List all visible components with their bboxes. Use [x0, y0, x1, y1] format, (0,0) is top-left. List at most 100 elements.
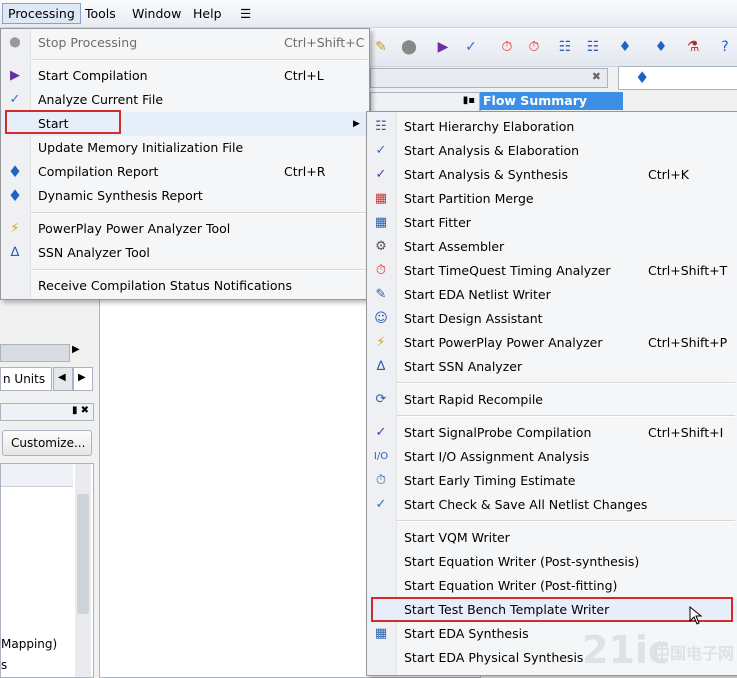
dynamic-report-icon: ♦	[7, 186, 23, 205]
netlist-icon[interactable]: ☷	[556, 38, 574, 56]
analyze-icon[interactable]: ✓	[462, 38, 480, 56]
customize-button-label: Customize...	[11, 436, 86, 450]
timing-estimate-icon: ⏱	[375, 473, 387, 488]
submenu-item[interactable]: Start VQM Writer	[367, 526, 737, 550]
submenu-item[interactable]: ☷ Start Hierarchy Elaboration	[367, 115, 737, 139]
customize-button[interactable]: Customize...	[2, 430, 92, 456]
help-icon[interactable]: ?	[716, 38, 734, 56]
mouse-cursor-icon	[689, 606, 703, 625]
item-label: Start TimeQuest Timing Analyzer	[404, 263, 611, 278]
ssn-icon: ∆	[10, 245, 20, 260]
assembler-icon: ⚙	[375, 239, 387, 254]
item-label: Start Assembler	[404, 239, 505, 254]
menu-separator	[31, 269, 367, 271]
submenu-item[interactable]: ▦ Start Partition Merge	[367, 187, 737, 211]
submenu-item[interactable]: ⚙ Start Assembler	[367, 235, 737, 259]
submenu-item[interactable]: ☺ Start Design Assistant	[367, 307, 737, 331]
menu-tools[interactable]: Tools	[80, 4, 121, 23]
play-icon[interactable]: ▶	[434, 38, 452, 56]
tab-left-arrow[interactable]: ◀	[53, 367, 73, 391]
synthesis-icon: ✓	[375, 167, 387, 182]
menu-separator	[31, 212, 367, 214]
help-chat-icon[interactable]: ☰	[235, 4, 256, 23]
report-icon[interactable]: ♦	[616, 38, 634, 56]
netlist-alt-icon[interactable]: ☷	[584, 38, 602, 56]
menu-window[interactable]: Window	[127, 4, 186, 23]
menu-separator	[397, 415, 735, 417]
item-label: Start Check & Save All Netlist Changes	[404, 497, 648, 512]
item-shortcut: Ctrl+Shift+P	[648, 335, 728, 350]
tab-right-arrow[interactable]: ▶	[73, 367, 93, 391]
pin-icon[interactable]: ▮▪	[463, 95, 475, 106]
io-icon: I/O	[373, 451, 389, 462]
start-compilation-item[interactable]: ▶ Start Compilation Ctrl+L	[1, 64, 369, 88]
item-label: Start Equation Writer (Post-synthesis)	[404, 554, 640, 569]
programmer-icon[interactable]: ⚗	[684, 38, 702, 56]
receive-notifications-item[interactable]: Receive Compilation Status Notifications	[1, 274, 369, 298]
flow-summary-title: Flow Summary	[480, 92, 623, 110]
edit-icon[interactable]: ✎	[372, 38, 390, 56]
netlist-writer-icon: ✎	[375, 287, 387, 302]
submenu-item[interactable]: ⏱ Start TimeQuest Timing Analyzer Ctrl+Shi…	[367, 259, 737, 283]
submenu-item[interactable]: ✓ Start Analysis & Elaboration	[367, 139, 737, 163]
signalprobe-icon: ✓	[375, 425, 387, 440]
submenu-item[interactable]: I/O Start I/O Assignment Analysis	[367, 445, 737, 469]
design-assistant-icon: ☺	[374, 311, 388, 326]
submenu-item[interactable]: ⚡ Start PowerPlay Power Analyzer Ctrl+Shif…	[367, 331, 737, 355]
analyze-current-file-item[interactable]: ✓ Analyze Current File	[1, 88, 369, 112]
item-label: Start Analysis & Synthesis	[404, 167, 568, 182]
flow-tab[interactable]: ♦	[618, 66, 737, 90]
stop-icon[interactable]: ⬤	[400, 38, 418, 56]
stop-processing-item[interactable]: ⬤ Stop Processing Ctrl+Shift+C	[1, 31, 369, 55]
submenu-item[interactable]: Start Equation Writer (Post-synthesis)	[367, 550, 737, 574]
item-label: Start Analysis & Elaboration	[404, 143, 580, 158]
stop-icon: ⬤	[9, 37, 21, 48]
item-label: Start Compilation	[38, 68, 148, 83]
scrollbar-thumb[interactable]	[77, 494, 89, 614]
ssn-tool-item[interactable]: ∆ SSN Analyzer Tool	[1, 241, 369, 265]
checkmark-icon: ✓	[375, 143, 387, 158]
lightning-icon: ⚡	[10, 221, 20, 236]
item-label: Start Design Assistant	[404, 311, 543, 326]
menu-processing[interactable]: Processing	[2, 3, 81, 24]
dynamic-synthesis-report-item[interactable]: ♦ Dynamic Synthesis Report	[1, 184, 369, 208]
update-memory-item[interactable]: Update Memory Initialization File	[1, 136, 369, 160]
item-label: Analyze Current File	[38, 92, 164, 107]
menu-bar: Processing Tools Window Help ☰	[0, 0, 737, 28]
menu-help[interactable]: Help	[188, 4, 227, 23]
hierarchy-icon: ☷	[375, 119, 387, 134]
timer-alt-icon[interactable]: ⏱	[525, 38, 543, 56]
submenu-item[interactable]: ✎ Start EDA Netlist Writer	[367, 283, 737, 307]
item-label: PowerPlay Power Analyzer Tool	[38, 221, 231, 236]
pin-close-icon[interactable]: ▮ ✖	[72, 405, 89, 416]
processing-menu: ⬤ Stop Processing Ctrl+Shift+C ▶ Start C…	[0, 28, 370, 300]
item-label: Start Equation Writer (Post-fitting)	[404, 578, 618, 593]
compilation-report-item[interactable]: ♦ Compilation Report Ctrl+R	[1, 160, 369, 184]
submenu-item[interactable]: ✓ Start Analysis & Synthesis Ctrl+K	[367, 163, 737, 187]
item-shortcut: Ctrl+Shift+I	[648, 425, 724, 440]
submenu-item[interactable]: ⏱ Start Early Timing Estimate	[367, 469, 737, 493]
scrollbar-vertical[interactable]	[75, 464, 91, 677]
chevron-right-icon: ▶	[78, 372, 86, 383]
submenu-item[interactable]: ∆ Start SSN Analyzer	[367, 355, 737, 379]
submenu-item[interactable]: ⟳ Start Rapid Recompile	[367, 388, 737, 412]
start-highlight-box	[5, 110, 121, 134]
item-label: Compilation Report	[38, 164, 159, 179]
close-icon[interactable]: ✖	[592, 70, 601, 83]
item-label: Start Early Timing Estimate	[404, 473, 576, 488]
units-tab[interactable]: n Units	[0, 367, 52, 391]
submenu-item[interactable]: ▦ Start Fitter	[367, 211, 737, 235]
scroll-right-icon[interactable]: ▶	[72, 344, 80, 355]
item-shortcut: Ctrl+R	[284, 164, 326, 179]
scrollbar-horizontal[interactable]	[0, 344, 70, 362]
item-label: Dynamic Synthesis Report	[38, 188, 203, 203]
submenu-item[interactable]: ✓ Start SignalProbe Compilation Ctrl+Shift…	[367, 421, 737, 445]
item-shortcut: Ctrl+Shift+T	[648, 263, 728, 278]
submenu-item[interactable]: ✓ Start Check & Save All Netlist Changes	[367, 493, 737, 517]
item-label: Start Partition Merge	[404, 191, 534, 206]
item-label: Start VQM Writer	[404, 530, 510, 545]
dynamic-report-icon[interactable]: ♦	[652, 38, 670, 56]
timer-icon[interactable]: ⏱	[498, 38, 516, 56]
submenu-item[interactable]: Start Equation Writer (Post-fitting)	[367, 574, 737, 598]
powerplay-tool-item[interactable]: ⚡ PowerPlay Power Analyzer Tool	[1, 217, 369, 241]
